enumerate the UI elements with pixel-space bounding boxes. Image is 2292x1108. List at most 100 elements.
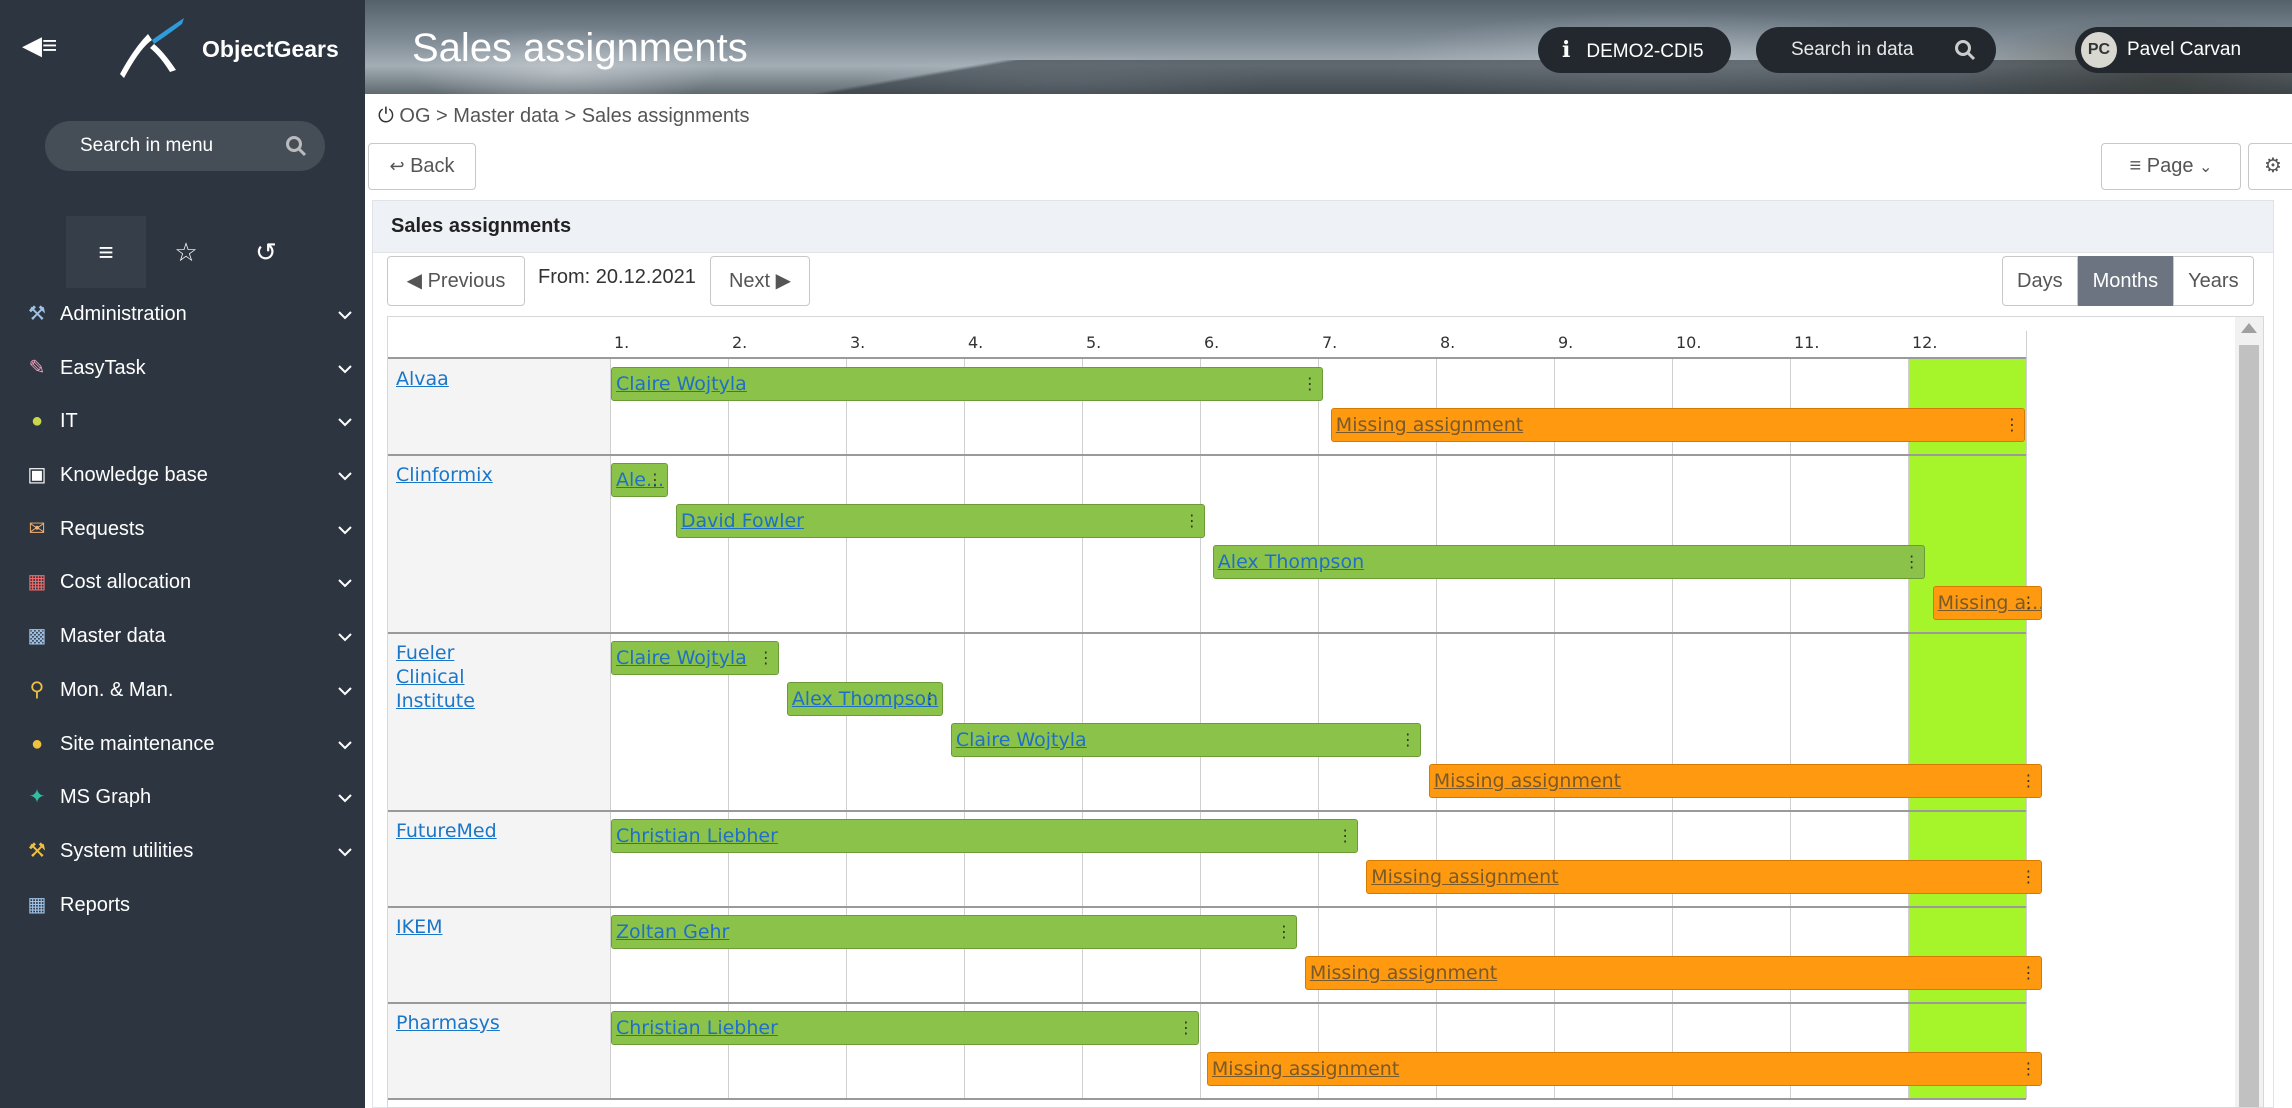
assignment-bar-label[interactable]: Missing assignment bbox=[1371, 866, 1558, 888]
bar-handle-icon[interactable]: ⋮ bbox=[2021, 587, 2037, 619]
assignment-bar[interactable]: Ale... ⋮ bbox=[611, 463, 668, 497]
bar-handle-icon[interactable]: ⋮ bbox=[1302, 368, 1318, 400]
view-days-button[interactable]: Days bbox=[2002, 256, 2078, 306]
view-years-button[interactable]: Years bbox=[2173, 256, 2254, 306]
bar-handle-icon[interactable]: ⋮ bbox=[647, 464, 663, 496]
chevron-down-icon[interactable] bbox=[338, 791, 352, 805]
assignment-bar[interactable]: Alex Thompson ⋮ bbox=[1212, 545, 1925, 579]
missing-assignment-bar[interactable]: Missing assignment ⋮ bbox=[1304, 956, 2042, 990]
assignment-bar[interactable]: Christian Liebher ⋮ bbox=[611, 1011, 1199, 1045]
sidebar-item-site-maintenance[interactable]: ● Site maintenance bbox=[0, 718, 365, 772]
bar-handle-icon[interactable]: ⋮ bbox=[1337, 820, 1353, 852]
chevron-down-icon[interactable] bbox=[338, 576, 352, 590]
assignment-bar-label[interactable]: Missing assignment bbox=[1212, 1058, 1399, 1080]
sidebar-item-ms-graph[interactable]: ✦ MS Graph bbox=[0, 771, 365, 825]
assignment-bar-label[interactable]: Claire Wojtyla bbox=[616, 373, 747, 395]
environment-badge[interactable]: i DEMO2-CDI5 bbox=[1538, 27, 1731, 73]
customer-link[interactable]: Alvaa bbox=[396, 367, 526, 391]
missing-assignment-bar[interactable]: Missing assignment ⋮ bbox=[1428, 764, 2042, 798]
bar-handle-icon[interactable]: ⋮ bbox=[2021, 957, 2037, 989]
sidebar-item-master-data[interactable]: ▩ Master data bbox=[0, 610, 365, 664]
scroll-up-icon[interactable] bbox=[2241, 323, 2257, 333]
chevron-down-icon[interactable] bbox=[338, 469, 352, 483]
collapse-menu-icon[interactable]: ◀≡ bbox=[22, 30, 57, 60]
user-menu[interactable]: PC Pavel Carvan bbox=[2075, 27, 2292, 73]
sidebar-item-mon-man[interactable]: ⚲ Mon. & Man. bbox=[0, 664, 365, 718]
chevron-down-icon[interactable] bbox=[338, 415, 352, 429]
search-icon[interactable] bbox=[285, 135, 307, 157]
bar-handle-icon[interactable]: ⋮ bbox=[758, 642, 774, 674]
customer-link[interactable]: Clinformix bbox=[396, 463, 526, 487]
search-icon[interactable] bbox=[1954, 39, 1976, 61]
settings-button[interactable]: ⚙ bbox=[2248, 143, 2292, 190]
customer-link[interactable]: IKEM bbox=[396, 915, 526, 939]
chevron-down-icon[interactable] bbox=[338, 630, 352, 644]
previous-button[interactable]: ◀ Previous bbox=[387, 256, 525, 306]
assignment-bar-label[interactable]: Alex Thompson bbox=[792, 688, 938, 710]
assignment-bar[interactable]: Zoltan Gehr ⋮ bbox=[611, 915, 1297, 949]
assignment-bar[interactable]: Alex Thompson ⋮ bbox=[786, 682, 943, 716]
brand-name[interactable]: ObjectGears bbox=[202, 36, 339, 63]
menu-search-input[interactable]: Search in menu bbox=[45, 121, 325, 171]
assignment-bar-label[interactable]: Alex Thompson bbox=[1218, 551, 1364, 573]
chevron-down-icon[interactable] bbox=[338, 738, 352, 752]
assignment-bar[interactable]: Claire Wojtyla ⋮ bbox=[611, 641, 779, 675]
missing-assignment-bar[interactable]: Missing assignment ⋮ bbox=[1206, 1052, 2042, 1086]
bar-handle-icon[interactable]: ⋮ bbox=[1184, 505, 1200, 537]
assignment-bar[interactable]: Claire Wojtyla ⋮ bbox=[611, 367, 1323, 401]
assignment-bar-label[interactable]: Claire Wojtyla bbox=[616, 647, 747, 669]
customer-link[interactable]: Pharmasys bbox=[396, 1011, 526, 1035]
assignment-bar-label[interactable]: Zoltan Gehr bbox=[616, 921, 729, 943]
customer-link[interactable]: FutureMed bbox=[396, 819, 526, 843]
assignment-bar[interactable]: Christian Liebher ⋮ bbox=[611, 819, 1359, 853]
back-button[interactable]: ↩ Back bbox=[368, 143, 476, 190]
bar-handle-icon[interactable]: ⋮ bbox=[2021, 861, 2037, 893]
bar-handle-icon[interactable]: ⋮ bbox=[1904, 546, 1920, 578]
chevron-down-icon[interactable] bbox=[338, 362, 352, 376]
assignment-bar[interactable]: Claire Wojtyla ⋮ bbox=[950, 723, 1421, 757]
sidebar-item-requests[interactable]: ✉ Requests bbox=[0, 503, 365, 557]
sidebar-item-administration[interactable]: ⚒ Administration bbox=[0, 288, 365, 342]
view-months-button[interactable]: Months bbox=[2077, 256, 2174, 306]
sidebar-item-cost-allocation[interactable]: ▦ Cost allocation bbox=[0, 556, 365, 610]
bar-handle-icon[interactable]: ⋮ bbox=[1400, 724, 1416, 756]
vertical-scrollbar[interactable] bbox=[2235, 317, 2263, 1107]
bar-handle-icon[interactable]: ⋮ bbox=[2004, 409, 2020, 441]
bar-handle-icon[interactable]: ⋮ bbox=[2021, 765, 2037, 797]
assignment-bar-label[interactable]: David Fowler bbox=[681, 510, 804, 532]
chevron-down-icon[interactable] bbox=[338, 845, 352, 859]
sidebar-item-knowledge-base[interactable]: ▣ Knowledge base bbox=[0, 449, 365, 503]
assignment-bar-label[interactable]: Missing assignment bbox=[1434, 770, 1621, 792]
sidebar-item-it[interactable]: ● IT bbox=[0, 395, 365, 449]
sidebar-item-system-utilities[interactable]: ⚒ System utilities bbox=[0, 825, 365, 879]
chevron-down-icon[interactable] bbox=[338, 523, 352, 537]
bar-handle-icon[interactable]: ⋮ bbox=[1276, 916, 1292, 948]
breadcrumb-path[interactable]: OG > Master data > Sales assignments bbox=[399, 105, 749, 127]
assignment-bar-label[interactable]: Missing assignment bbox=[1310, 962, 1497, 984]
data-search-input[interactable]: Search in data bbox=[1756, 27, 1996, 73]
bar-handle-icon[interactable]: ⋮ bbox=[2021, 1053, 2037, 1085]
tab-favorites[interactable]: ☆ bbox=[146, 216, 226, 288]
sidebar-item-reports[interactable]: ▦ Reports bbox=[0, 879, 365, 933]
bar-handle-icon[interactable]: ⋮ bbox=[922, 683, 938, 715]
chevron-down-icon[interactable] bbox=[338, 308, 352, 322]
bar-handle-icon[interactable]: ⋮ bbox=[1178, 1012, 1194, 1044]
assignment-bar[interactable]: David Fowler ⋮ bbox=[675, 504, 1205, 538]
assignment-bar-label[interactable]: Christian Liebher bbox=[616, 1017, 778, 1039]
page-menu-button[interactable]: ≡ Page ⌄ bbox=[2101, 143, 2241, 190]
tab-history[interactable]: ↺ bbox=[226, 216, 306, 288]
objectgears-logo-icon[interactable] bbox=[118, 14, 188, 80]
power-icon[interactable]: ⏻ bbox=[378, 105, 394, 127]
next-button[interactable]: Next ▶ bbox=[710, 256, 810, 306]
assignment-bar-label[interactable]: Missing assignment bbox=[1336, 414, 1523, 436]
missing-assignment-bar[interactable]: Missing assignment ⋮ bbox=[1330, 408, 2025, 442]
chevron-down-icon[interactable] bbox=[338, 684, 352, 698]
missing-assignment-bar[interactable]: Missing a... ⋮ bbox=[1932, 586, 2042, 620]
customer-link[interactable]: Fueler Clinical Institute bbox=[396, 641, 526, 713]
sidebar-item-easytask[interactable]: ✎ EasyTask bbox=[0, 342, 365, 396]
assignment-bar-label[interactable]: Christian Liebher bbox=[616, 825, 778, 847]
assignment-bar-label[interactable]: Claire Wojtyla bbox=[956, 729, 1087, 751]
scroll-thumb[interactable] bbox=[2239, 345, 2259, 1107]
tab-menu[interactable]: ≡ bbox=[66, 216, 146, 288]
missing-assignment-bar[interactable]: Missing assignment ⋮ bbox=[1366, 860, 2042, 894]
